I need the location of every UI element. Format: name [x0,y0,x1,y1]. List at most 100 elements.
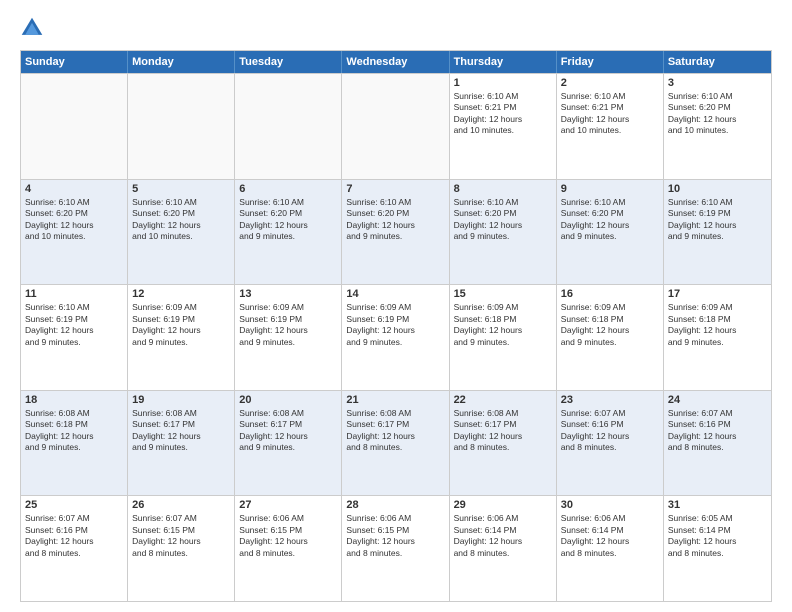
calendar-cell: 6 Sunrise: 6:10 AM Sunset: 6:20 PM Daylig… [235,180,342,285]
day-info: Sunrise: 6:09 AM Sunset: 6:18 PM Dayligh… [454,302,552,348]
logo [20,16,48,40]
day-number: 12 [132,288,230,300]
calendar-cell: 21 Sunrise: 6:08 AM Sunset: 6:17 PM Dayli… [342,391,449,496]
day-info: Sunrise: 6:08 AM Sunset: 6:17 PM Dayligh… [132,408,230,454]
day-number: 13 [239,288,337,300]
calendar-cell: 3Sunrise: 6:10 AM Sunset: 6:20 PM Daylig… [664,74,771,179]
calendar-cell: 28 Sunrise: 6:06 AM Sunset: 6:15 PM Dayli… [342,496,449,601]
day-number: 9 [561,183,659,195]
calendar-row: 11 Sunrise: 6:10 AM Sunset: 6:19 PM Dayli… [21,284,771,390]
calendar-cell: 11 Sunrise: 6:10 AM Sunset: 6:19 PM Dayli… [21,285,128,390]
calendar-cell: 7Sunrise: 6:10 AM Sunset: 6:20 PM Daylig… [342,180,449,285]
day-number: 1 [454,77,552,89]
calendar-cell: 17 Sunrise: 6:09 AM Sunset: 6:18 PM Dayli… [664,285,771,390]
day-info: Sunrise: 6:10 AM Sunset: 6:20 PM Dayligh… [132,197,230,243]
calendar-cell [21,74,128,179]
day-info: Sunrise: 6:06 AM Sunset: 6:14 PM Dayligh… [454,513,552,559]
day-number: 31 [668,499,767,511]
day-info: Sunrise: 6:05 AM Sunset: 6:14 PM Dayligh… [668,513,767,559]
calendar-header-cell: Tuesday [235,51,342,73]
day-info: Sunrise: 6:07 AM Sunset: 6:15 PM Dayligh… [132,513,230,559]
day-info: Sunrise: 6:10 AM Sunset: 6:20 PM Dayligh… [454,197,552,243]
calendar-cell: 4 Sunrise: 6:10 AM Sunset: 6:20 PM Daylig… [21,180,128,285]
day-number: 8 [454,183,552,195]
calendar-cell: 31 Sunrise: 6:05 AM Sunset: 6:14 PM Dayli… [664,496,771,601]
day-number: 14 [346,288,444,300]
day-info: Sunrise: 6:06 AM Sunset: 6:15 PM Dayligh… [239,513,337,559]
calendar-cell: 16Sunrise: 6:09 AM Sunset: 6:18 PM Dayli… [557,285,664,390]
calendar-header-cell: Wednesday [342,51,449,73]
calendar-cell: 19 Sunrise: 6:08 AM Sunset: 6:17 PM Dayli… [128,391,235,496]
day-number: 17 [668,288,767,300]
calendar-cell: 20Sunrise: 6:08 AM Sunset: 6:17 PM Dayli… [235,391,342,496]
day-info: Sunrise: 6:09 AM Sunset: 6:19 PM Dayligh… [239,302,337,348]
calendar-cell: 25Sunrise: 6:07 AM Sunset: 6:16 PM Dayli… [21,496,128,601]
day-number: 30 [561,499,659,511]
day-number: 5 [132,183,230,195]
day-number: 15 [454,288,552,300]
day-info: Sunrise: 6:09 AM Sunset: 6:19 PM Dayligh… [346,302,444,348]
calendar-header-cell: Monday [128,51,235,73]
day-info: Sunrise: 6:09 AM Sunset: 6:18 PM Dayligh… [668,302,767,348]
calendar-cell: 23 Sunrise: 6:07 AM Sunset: 6:16 PM Dayli… [557,391,664,496]
day-info: Sunrise: 6:09 AM Sunset: 6:19 PM Dayligh… [132,302,230,348]
day-number: 18 [25,394,123,406]
calendar-cell: 18 Sunrise: 6:08 AM Sunset: 6:18 PM Dayli… [21,391,128,496]
calendar-cell: 9Sunrise: 6:10 AM Sunset: 6:20 PM Daylig… [557,180,664,285]
calendar-cell [128,74,235,179]
calendar-header-cell: Friday [557,51,664,73]
day-info: Sunrise: 6:06 AM Sunset: 6:14 PM Dayligh… [561,513,659,559]
day-info: Sunrise: 6:06 AM Sunset: 6:15 PM Dayligh… [346,513,444,559]
day-info: Sunrise: 6:07 AM Sunset: 6:16 PM Dayligh… [561,408,659,454]
calendar-cell: 12 Sunrise: 6:09 AM Sunset: 6:19 PM Dayli… [128,285,235,390]
day-number: 21 [346,394,444,406]
calendar-row: 18 Sunrise: 6:08 AM Sunset: 6:18 PM Dayli… [21,390,771,496]
day-number: 27 [239,499,337,511]
calendar-cell [342,74,449,179]
calendar-cell: 5 Sunrise: 6:10 AM Sunset: 6:20 PM Daylig… [128,180,235,285]
day-info: Sunrise: 6:10 AM Sunset: 6:20 PM Dayligh… [25,197,123,243]
day-number: 26 [132,499,230,511]
day-info: Sunrise: 6:10 AM Sunset: 6:20 PM Dayligh… [239,197,337,243]
day-info: Sunrise: 6:08 AM Sunset: 6:17 PM Dayligh… [346,408,444,454]
day-number: 22 [454,394,552,406]
day-info: Sunrise: 6:07 AM Sunset: 6:16 PM Dayligh… [668,408,767,454]
calendar-cell: 1 Sunrise: 6:10 AM Sunset: 6:21 PM Daylig… [450,74,557,179]
calendar: SundayMondayTuesdayWednesdayThursdayFrid… [20,50,772,602]
day-number: 28 [346,499,444,511]
day-number: 24 [668,394,767,406]
day-number: 19 [132,394,230,406]
calendar-cell: 10Sunrise: 6:10 AM Sunset: 6:19 PM Dayli… [664,180,771,285]
day-number: 3 [668,77,767,89]
day-number: 25 [25,499,123,511]
calendar-cell: 2 Sunrise: 6:10 AM Sunset: 6:21 PM Daylig… [557,74,664,179]
calendar-cell: 30 Sunrise: 6:06 AM Sunset: 6:14 PM Dayli… [557,496,664,601]
day-info: Sunrise: 6:08 AM Sunset: 6:18 PM Dayligh… [25,408,123,454]
calendar-row: 25Sunrise: 6:07 AM Sunset: 6:16 PM Dayli… [21,495,771,601]
calendar-row: 4 Sunrise: 6:10 AM Sunset: 6:20 PM Daylig… [21,179,771,285]
day-info: Sunrise: 6:10 AM Sunset: 6:21 PM Dayligh… [454,91,552,137]
day-number: 6 [239,183,337,195]
calendar-cell: 24 Sunrise: 6:07 AM Sunset: 6:16 PM Dayli… [664,391,771,496]
day-info: Sunrise: 6:10 AM Sunset: 6:20 PM Dayligh… [346,197,444,243]
calendar-cell: 14 Sunrise: 6:09 AM Sunset: 6:19 PM Dayli… [342,285,449,390]
calendar-cell: 26 Sunrise: 6:07 AM Sunset: 6:15 PM Dayli… [128,496,235,601]
logo-icon [20,16,44,40]
day-info: Sunrise: 6:10 AM Sunset: 6:19 PM Dayligh… [25,302,123,348]
day-number: 11 [25,288,123,300]
calendar-cell: 29Sunrise: 6:06 AM Sunset: 6:14 PM Dayli… [450,496,557,601]
calendar-cell: 8 Sunrise: 6:10 AM Sunset: 6:20 PM Daylig… [450,180,557,285]
day-info: Sunrise: 6:08 AM Sunset: 6:17 PM Dayligh… [454,408,552,454]
calendar-header-cell: Thursday [450,51,557,73]
calendar-cell [235,74,342,179]
header [20,16,772,40]
day-number: 2 [561,77,659,89]
day-info: Sunrise: 6:10 AM Sunset: 6:19 PM Dayligh… [668,197,767,243]
calendar-cell: 13 Sunrise: 6:09 AM Sunset: 6:19 PM Dayli… [235,285,342,390]
day-number: 4 [25,183,123,195]
day-info: Sunrise: 6:10 AM Sunset: 6:21 PM Dayligh… [561,91,659,137]
calendar-header-cell: Saturday [664,51,771,73]
day-number: 23 [561,394,659,406]
calendar-header-cell: Sunday [21,51,128,73]
calendar-body: 1 Sunrise: 6:10 AM Sunset: 6:21 PM Daylig… [21,73,771,601]
